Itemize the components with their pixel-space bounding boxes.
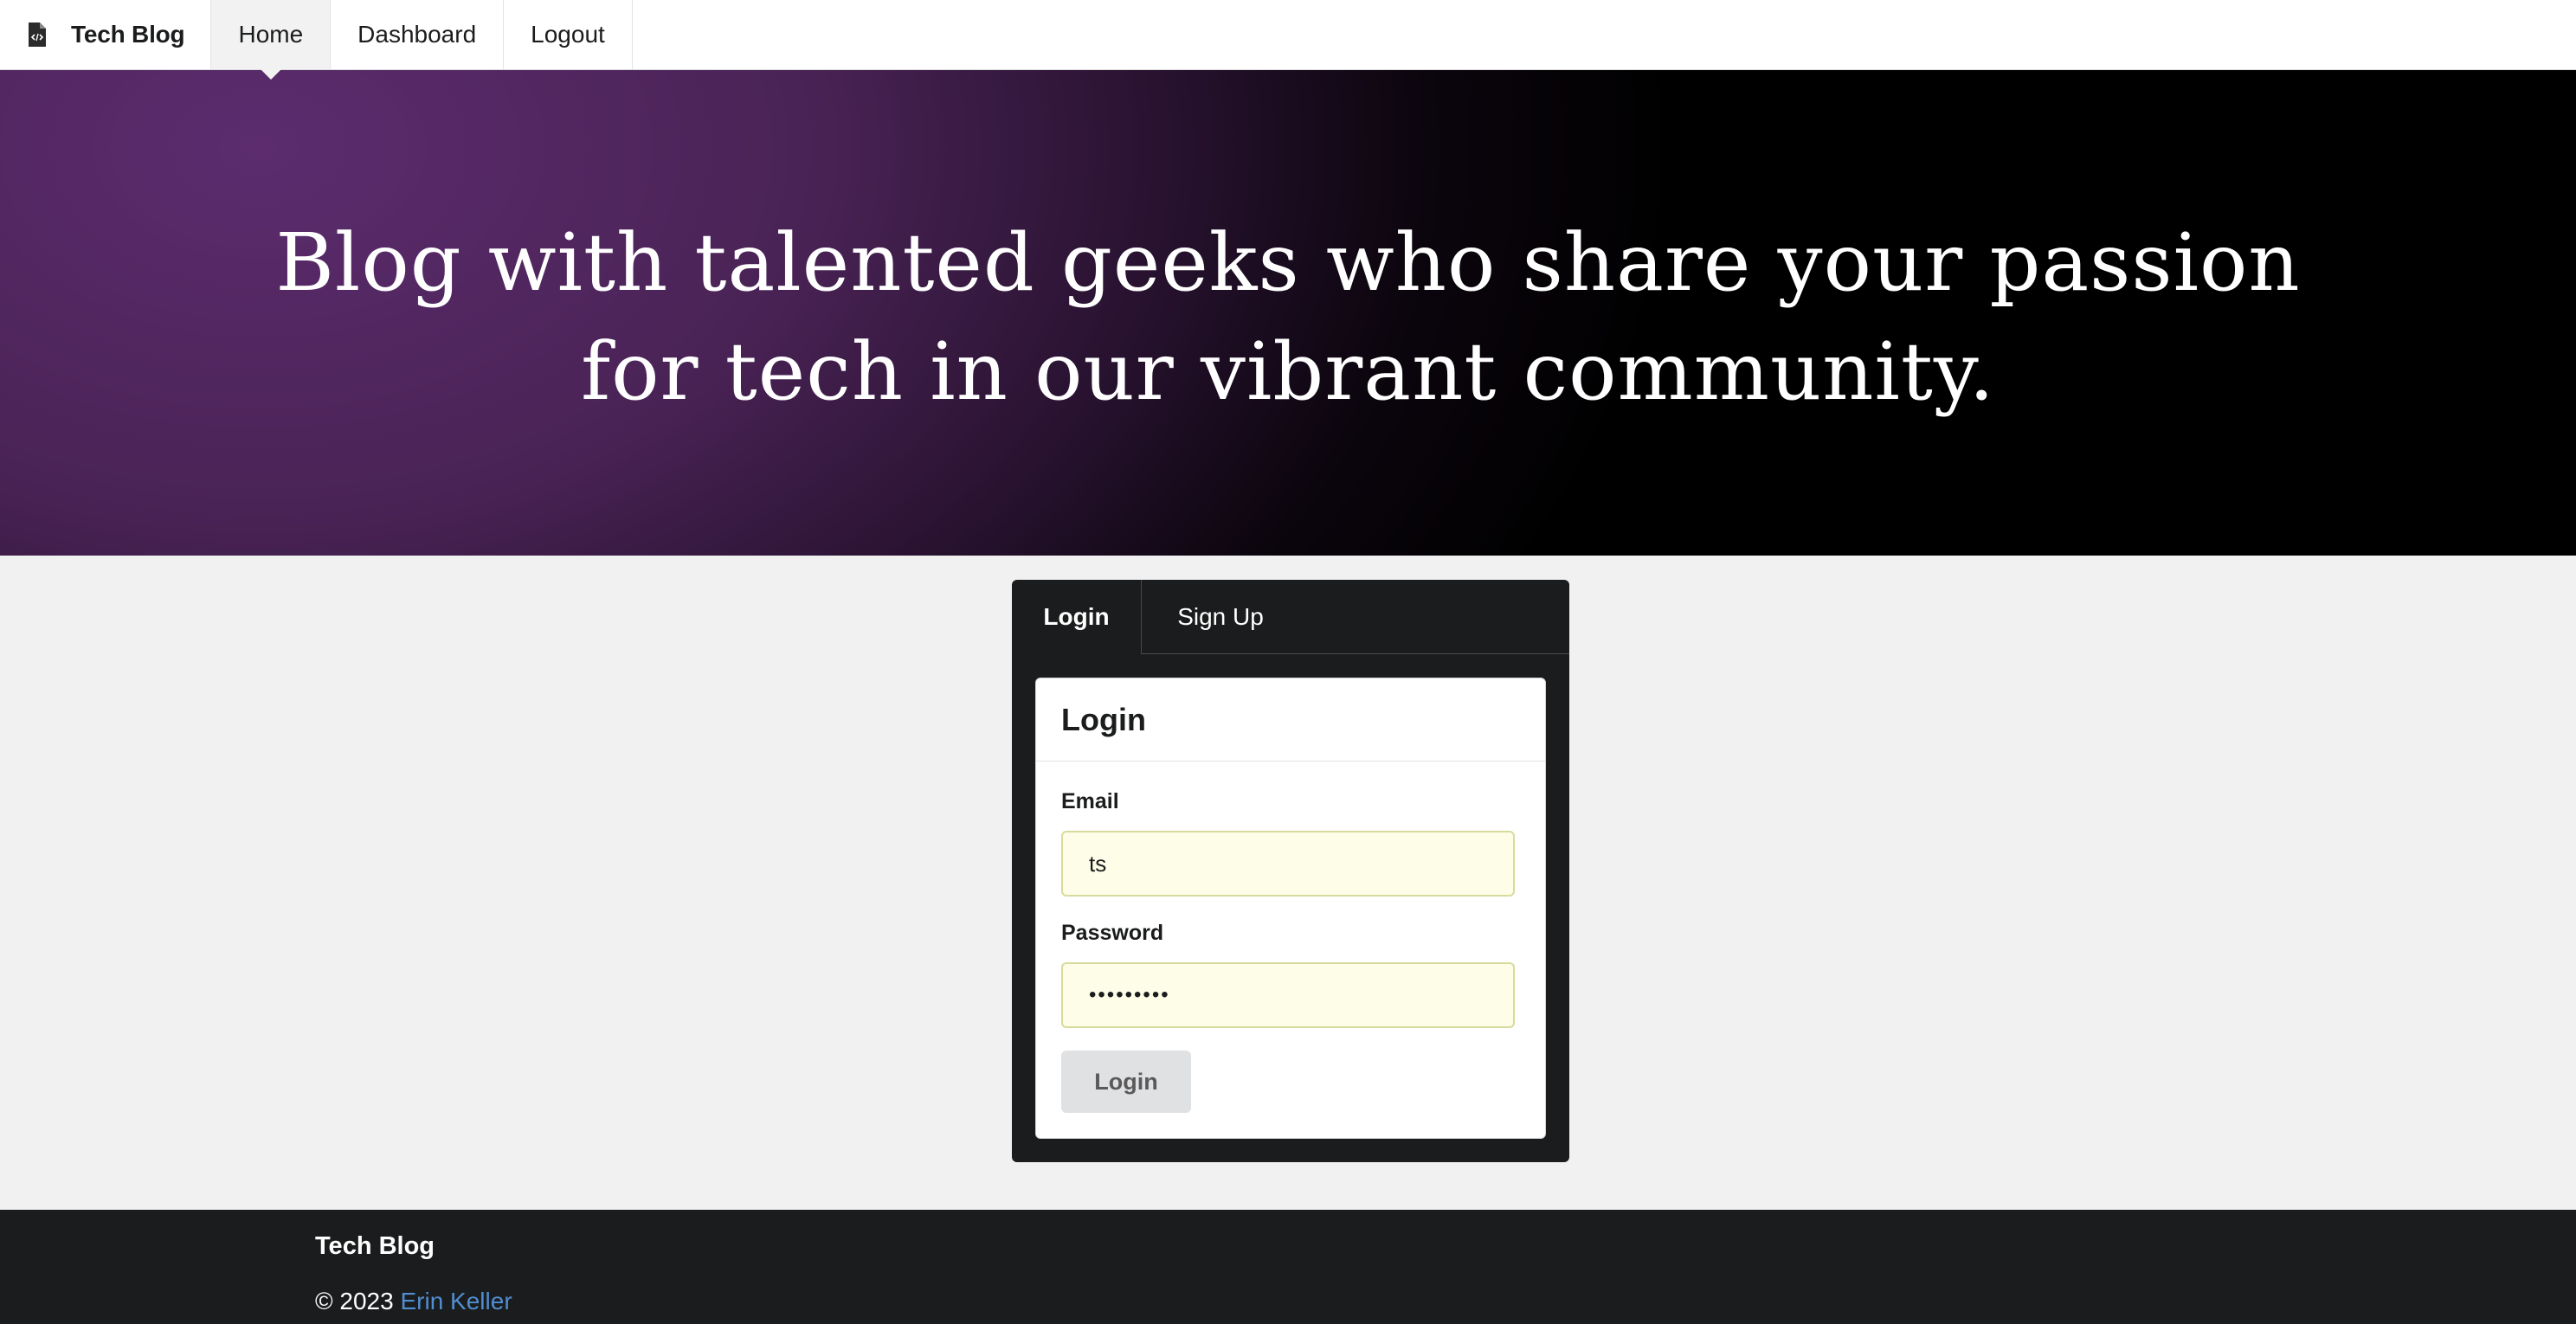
author-link[interactable]: Erin Keller [400, 1288, 512, 1314]
email-label: Email [1061, 789, 1119, 813]
file-code-icon [28, 22, 47, 48]
brand-title: Tech Blog [71, 21, 185, 48]
login-form: Login Email ts Password ••••••••• Login [1035, 678, 1546, 1139]
email-field[interactable]: ts [1061, 831, 1515, 897]
footer-copyright: © 2023 Erin Keller [315, 1288, 512, 1315]
auth-tabs: Login Sign Up [1012, 580, 1569, 654]
tab-divider [1142, 653, 1569, 654]
copyright-text: © 2023 [315, 1288, 394, 1314]
hero-banner: Blog with talented geeks who share your … [0, 70, 2576, 556]
hero-line-2: for tech in our vibrant community. [581, 325, 1995, 418]
nav-home[interactable]: Home [210, 0, 331, 80]
footer: Tech Blog © 2023 Erin Keller [0, 1210, 2576, 1324]
top-navbar: Tech Blog Home Dashboard Logout [0, 0, 2576, 80]
tab-sign-up[interactable]: Sign Up [1142, 580, 1299, 654]
password-field[interactable]: ••••••••• [1061, 962, 1515, 1028]
password-label: Password [1061, 921, 1164, 945]
hero-line-1: Blog with talented geeks who share your … [275, 216, 2301, 309]
auth-card: Login Sign Up Login Email ts Password ••… [1012, 580, 1569, 1162]
brand-link[interactable]: Tech Blog [0, 0, 210, 69]
login-form-title: Login [1036, 678, 1545, 762]
login-button[interactable]: Login [1061, 1051, 1191, 1113]
footer-brand: Tech Blog [315, 1232, 435, 1260]
nav-logout[interactable]: Logout [503, 0, 633, 69]
tab-login[interactable]: Login [1012, 580, 1142, 654]
hero-heading: Blog with talented geeks who share your … [0, 209, 2576, 427]
nav-dashboard[interactable]: Dashboard [330, 0, 503, 69]
